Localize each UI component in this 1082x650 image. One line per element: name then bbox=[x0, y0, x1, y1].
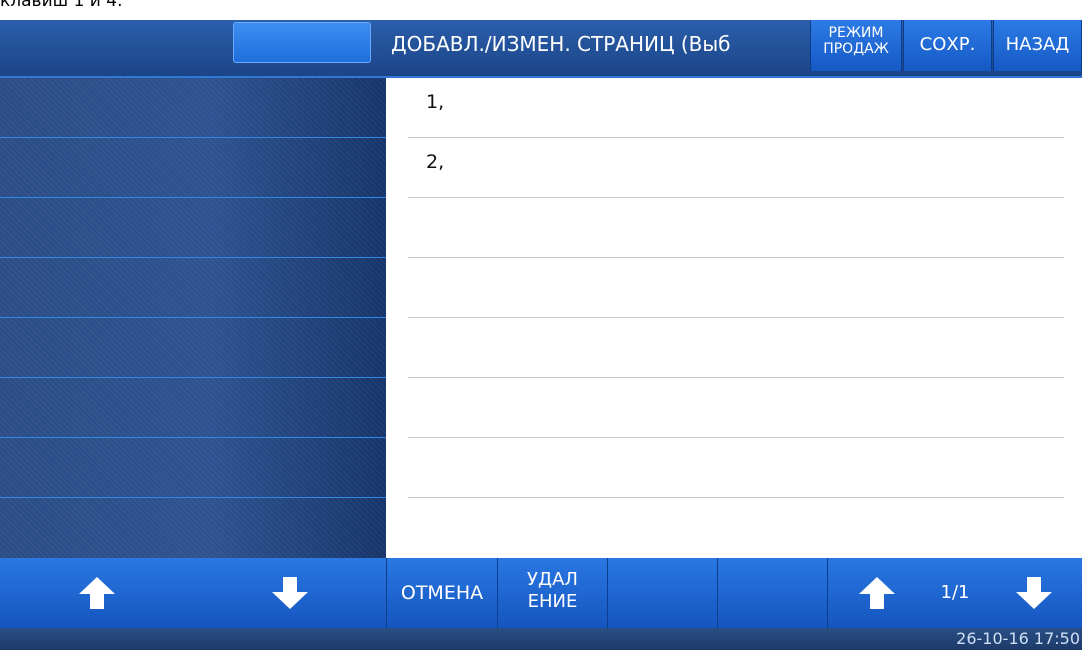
left-page-list bbox=[0, 78, 386, 558]
left-list-item[interactable] bbox=[0, 258, 386, 318]
sales-mode-button[interactable]: РЕЖИМ ПРОДАЖ bbox=[810, 20, 902, 71]
back-button-label: НАЗАД bbox=[1005, 34, 1070, 55]
top-bar: ДОБАВЛ./ИЗМЕН. СТРАНИЦ (Выб РЕЖИМ ПРОДАЖ… bbox=[0, 20, 1082, 78]
left-list-item[interactable] bbox=[0, 438, 386, 498]
save-button-label: СОХР. bbox=[919, 34, 976, 55]
left-list-item[interactable] bbox=[0, 318, 386, 378]
left-scroll-down-button[interactable] bbox=[193, 558, 386, 628]
cancel-button[interactable]: ОТМЕНА bbox=[386, 558, 497, 628]
empty-function-button[interactable] bbox=[717, 558, 827, 628]
page-down-button[interactable] bbox=[985, 558, 1082, 628]
left-list-item[interactable] bbox=[0, 498, 386, 558]
list-item[interactable] bbox=[408, 318, 1064, 378]
screen-title: ДОБАВЛ./ИЗМЕН. СТРАНИЦ (Выб bbox=[391, 32, 731, 56]
list-item[interactable]: 1, bbox=[408, 78, 1064, 138]
list-item[interactable] bbox=[408, 258, 1064, 318]
status-bar: 26-10-16 17:50 bbox=[0, 628, 1082, 650]
left-list-item[interactable] bbox=[0, 378, 386, 438]
document-caption: клавиш 1 и 4. bbox=[0, 0, 123, 11]
back-button[interactable]: НАЗАД bbox=[993, 20, 1082, 71]
arrow-up-icon bbox=[78, 577, 115, 609]
empty-function-button[interactable] bbox=[607, 558, 717, 628]
list-item[interactable] bbox=[408, 498, 1064, 558]
page-up-button[interactable] bbox=[827, 558, 925, 628]
sales-mode-label-line2: ПРОДАЖ bbox=[823, 41, 889, 57]
page-indicator: 1/1 bbox=[940, 582, 970, 603]
list-item[interactable]: 2, bbox=[408, 138, 1064, 198]
page-code-field[interactable] bbox=[233, 22, 371, 63]
list-item[interactable] bbox=[408, 198, 1064, 258]
arrow-down-icon bbox=[271, 577, 308, 609]
left-list-item[interactable] bbox=[0, 78, 386, 138]
list-item[interactable] bbox=[408, 378, 1064, 438]
save-button[interactable]: СОХР. bbox=[903, 20, 992, 71]
left-list-item[interactable] bbox=[0, 138, 386, 198]
delete-label-line2: ЕНИЕ bbox=[527, 591, 578, 612]
left-scroll-up-button[interactable] bbox=[0, 558, 193, 628]
date-time: 26-10-16 17:50 bbox=[956, 629, 1080, 648]
bottom-bar: ОТМЕНА УДАЛ ЕНИЕ 1/1 bbox=[0, 558, 1082, 628]
arrow-up-icon bbox=[858, 577, 895, 609]
page-items-list: 1, 2, bbox=[386, 78, 1082, 558]
delete-button[interactable]: УДАЛ ЕНИЕ bbox=[497, 558, 607, 628]
delete-label-line1: УДАЛ bbox=[527, 569, 578, 590]
list-item[interactable] bbox=[408, 438, 1064, 498]
pos-screen: ДОБАВЛ./ИЗМЕН. СТРАНИЦ (Выб РЕЖИМ ПРОДАЖ… bbox=[0, 20, 1082, 650]
cancel-button-label: ОТМЕНА bbox=[400, 582, 484, 604]
left-list-item[interactable] bbox=[0, 198, 386, 258]
sales-mode-label-line1: РЕЖИМ bbox=[828, 25, 884, 41]
arrow-down-icon bbox=[1015, 577, 1052, 609]
